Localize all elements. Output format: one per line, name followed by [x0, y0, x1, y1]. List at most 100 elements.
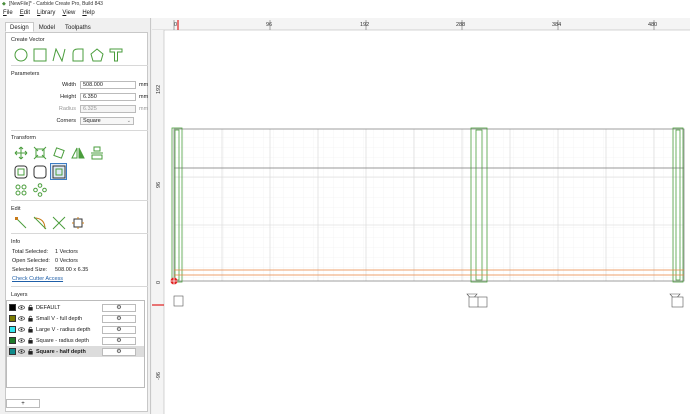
circle-icon[interactable]	[12, 46, 29, 63]
layer-settings-button[interactable]: ⚙	[102, 336, 136, 345]
left-ruler-label: 192	[156, 85, 162, 94]
menu-file[interactable]: File	[3, 10, 13, 16]
width-field[interactable]: 508.000	[80, 81, 136, 89]
height-label: Height	[60, 94, 76, 100]
canvas-svg[interactable]: 0 96 192 288 384 480 192 96 0 -96	[152, 18, 690, 414]
origin-marker	[170, 277, 178, 285]
panel-tabs: Design Model Toolpaths	[5, 22, 96, 32]
layer-name: Square - half depth	[36, 348, 86, 355]
create-vector-tools	[12, 46, 124, 63]
lock-icon[interactable]	[27, 337, 34, 344]
gear-icon: ⚙	[116, 305, 122, 311]
gear-icon: ⚙	[116, 349, 122, 355]
eye-icon[interactable]	[18, 337, 25, 344]
layer-name: Square - radius depth	[36, 337, 89, 344]
eye-icon[interactable]	[18, 348, 25, 355]
tab-model[interactable]: Model	[34, 22, 60, 32]
tab-marker[interactable]	[173, 295, 184, 307]
left-ruler-label: 96	[156, 182, 162, 188]
lock-icon[interactable]	[27, 315, 34, 322]
tab-design[interactable]: Design	[5, 22, 34, 32]
layer-color-swatch[interactable]	[9, 326, 16, 333]
offset-icon[interactable]	[12, 163, 29, 180]
move-icon[interactable]	[12, 144, 29, 161]
join-icon[interactable]	[69, 214, 86, 231]
text-icon[interactable]	[107, 46, 124, 63]
polyline-icon[interactable]	[50, 46, 67, 63]
node-edit-icon[interactable]	[12, 214, 29, 231]
curve-icon[interactable]	[69, 46, 86, 63]
check-cutter-access-link[interactable]: Check Cutter Access	[12, 276, 63, 282]
add-layer-button[interactable]: +	[6, 399, 40, 408]
layer-name: DEFAULT	[36, 304, 61, 311]
info-total-selected: Total Selected: 1 Vectors	[12, 249, 78, 255]
transform-tools-row-1	[12, 144, 105, 161]
height-field[interactable]: 6.350	[80, 93, 136, 101]
menu-help[interactable]: Help	[82, 10, 94, 16]
stock-grid	[174, 129, 684, 281]
layer-name: Small V - full depth	[36, 315, 83, 322]
layer-row-selected[interactable]: Square - half depth ⚙	[7, 346, 144, 357]
lock-icon[interactable]	[27, 348, 34, 355]
section-parameters: Parameters	[11, 71, 40, 77]
open-selected-value: 0 Vectors	[55, 258, 78, 264]
total-selected-value: 1 Vectors	[55, 249, 78, 255]
corners-value: Square	[83, 118, 101, 124]
tab-marker[interactable]	[669, 293, 684, 308]
layer-row[interactable]: Large V - radius depth ⚙	[7, 324, 144, 335]
eye-icon[interactable]	[18, 315, 25, 322]
top-ruler-label: 384	[552, 22, 561, 28]
menu-edit[interactable]: Edit	[20, 10, 30, 16]
section-edit: Edit	[11, 206, 21, 212]
mirror-icon[interactable]	[69, 144, 86, 161]
rotate-icon[interactable]	[50, 144, 67, 161]
trim-icon[interactable]	[50, 214, 67, 231]
circular-array-icon[interactable]	[31, 181, 48, 198]
layer-settings-button[interactable]: ⚙	[102, 303, 136, 312]
array-icon[interactable]	[12, 181, 29, 198]
inset-icon[interactable]	[50, 163, 67, 180]
left-ruler-label: 0	[156, 281, 162, 284]
eye-icon[interactable]	[18, 326, 25, 333]
layer-settings-button[interactable]: ⚙	[102, 314, 136, 323]
scale-icon[interactable]	[31, 144, 48, 161]
open-selected-label: Open Selected:	[12, 258, 50, 264]
layer-color-swatch[interactable]	[9, 304, 16, 311]
layer-color-swatch[interactable]	[9, 315, 16, 322]
polygon-icon[interactable]	[88, 46, 105, 63]
width-unit: mm	[139, 82, 149, 88]
lock-icon[interactable]	[27, 304, 34, 311]
radius-unit: mm	[139, 106, 149, 112]
eye-icon[interactable]	[18, 304, 25, 311]
layer-row[interactable]: Small V - full depth ⚙	[7, 313, 144, 324]
layer-name: Large V - radius depth	[36, 326, 91, 333]
layer-row[interactable]: DEFAULT ⚙	[7, 302, 144, 313]
align-icon[interactable]	[88, 144, 105, 161]
section-transform: Transform	[11, 135, 36, 141]
layer-color-swatch[interactable]	[9, 348, 16, 355]
boolean-icon[interactable]	[31, 163, 48, 180]
layer-settings-button[interactable]: ⚙	[102, 325, 136, 334]
tab-marker[interactable]	[466, 293, 488, 308]
divider	[11, 200, 148, 201]
layer-row[interactable]: Square - radius depth ⚙	[7, 335, 144, 346]
top-ruler-label: 192	[360, 22, 369, 28]
corners-select[interactable]: Square ⌄	[80, 117, 134, 125]
layer-color-swatch[interactable]	[9, 337, 16, 344]
menu-view[interactable]: View	[62, 10, 75, 16]
radius-field[interactable]: 6.325	[80, 105, 136, 113]
design-canvas[interactable]: 0 96 192 288 384 480 192 96 0 -96	[152, 18, 690, 414]
tab-toolpaths[interactable]: Toolpaths	[60, 22, 96, 32]
gear-icon: ⚙	[116, 327, 122, 333]
lock-icon[interactable]	[27, 326, 34, 333]
rectangle-icon[interactable]	[31, 46, 48, 63]
fillet-icon[interactable]	[31, 214, 48, 231]
top-ruler-label: 288	[456, 22, 465, 28]
left-ruler-label: -96	[156, 372, 162, 380]
layers-list: DEFAULT ⚙ Small V - full depth ⚙ Large V…	[6, 300, 145, 388]
section-create-vector: Create Vector	[11, 37, 45, 43]
layer-settings-button[interactable]: ⚙	[102, 347, 136, 356]
selected-size-value: 508.00 x 6.35	[55, 267, 89, 273]
divider	[11, 130, 148, 131]
menu-library[interactable]: Library	[37, 10, 55, 16]
